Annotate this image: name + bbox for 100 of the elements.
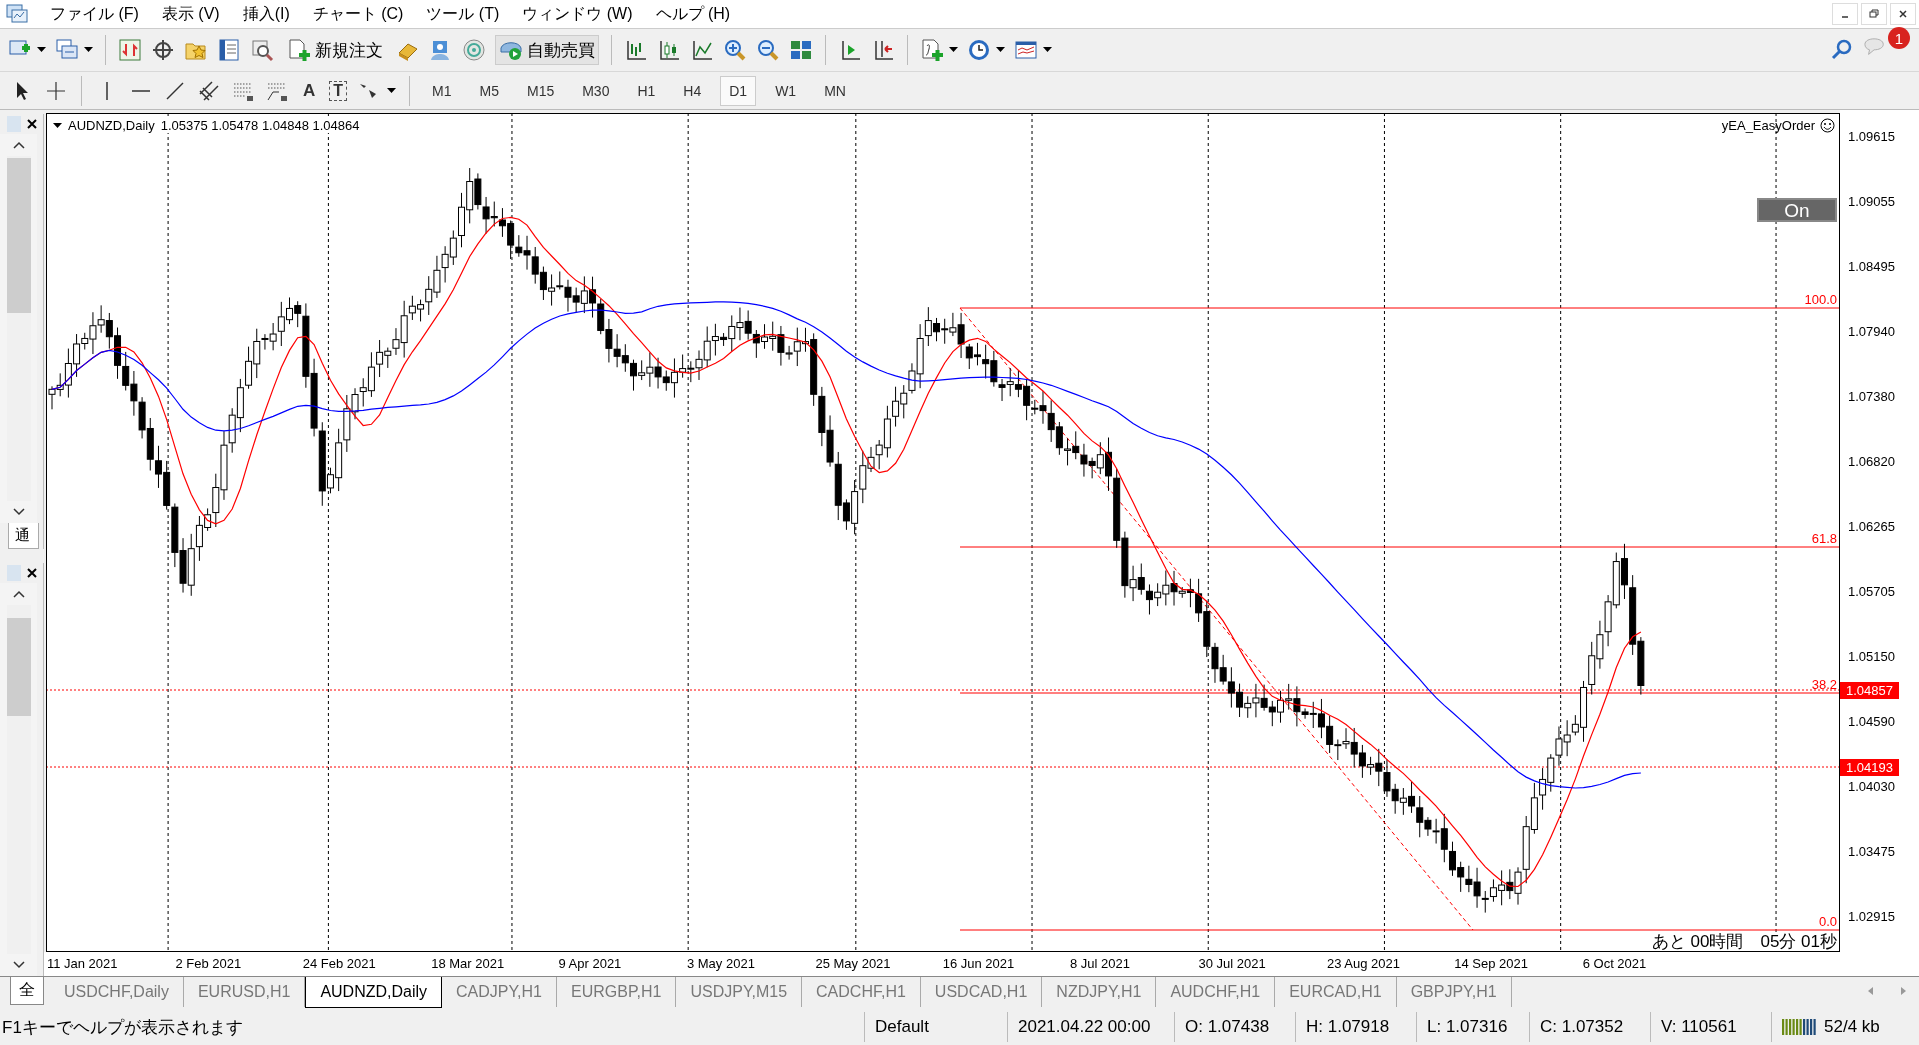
search-icon[interactable] <box>1830 38 1854 62</box>
timeframe-button[interactable]: M30 <box>573 75 619 106</box>
magnifier-icon[interactable] <box>250 38 274 62</box>
app-icon[interactable] <box>6 4 28 24</box>
panel-tab[interactable]: 通 <box>8 522 39 549</box>
chart-tab[interactable]: CADCHF,H1 <box>802 977 921 1007</box>
clock-icon[interactable] <box>967 38 991 62</box>
price-tag: 1.04193 <box>1840 759 1899 776</box>
crosshair-icon[interactable] <box>151 38 175 62</box>
window-arrows-icon[interactable] <box>118 38 142 62</box>
price-tick: 1.06265 <box>1848 519 1895 534</box>
chart-tab[interactable]: EURCAD,H1 <box>1275 977 1397 1007</box>
date-tick: 2 Feb 2021 <box>175 956 242 971</box>
menu-item[interactable]: ウィンドウ (W) <box>512 3 646 25</box>
zoom-out-icon[interactable] <box>756 38 780 62</box>
fibonacci-level-label: 38.2 <box>1811 678 1837 692</box>
scroll-up-icon[interactable] <box>11 588 26 599</box>
date-tick: 18 Mar 2021 <box>431 956 505 971</box>
scroll-down-icon[interactable] <box>11 506 26 517</box>
tile-windows-icon[interactable] <box>789 38 813 62</box>
caret-icon[interactable] <box>996 47 1005 53</box>
text-label-tool[interactable]: T <box>329 80 348 101</box>
profile-name: Default <box>864 1012 1007 1042</box>
caret-icon[interactable] <box>37 47 46 53</box>
panel-tab[interactable]: 全 <box>10 977 44 1005</box>
price-tick: 1.07380 <box>1848 389 1895 404</box>
chart-tab[interactable]: GBPJPY,H1 <box>1396 977 1512 1007</box>
on-button[interactable]: On <box>1757 198 1837 222</box>
menu-item[interactable]: ファイル (F) <box>40 3 152 25</box>
ohlc-values: 1.05375 1.05478 1.04848 1.04864 <box>160 118 360 133</box>
symbol-label: AUDNZD,Daily <box>68 118 155 133</box>
timeframe-button[interactable]: MN <box>815 75 855 106</box>
date-tick: 25 May 2021 <box>815 956 891 971</box>
close-icon[interactable] <box>27 119 37 129</box>
price-tick: 1.08495 <box>1848 259 1895 274</box>
chart-tab[interactable]: AUDNZD,Daily <box>305 977 443 1008</box>
line-chart-icon[interactable] <box>690 38 714 62</box>
restore-icon[interactable] <box>1861 3 1887 25</box>
traffic-text: 52/4 kb <box>1824 1017 1880 1037</box>
zoom-in-icon[interactable] <box>723 38 747 62</box>
bar-datetime: 2021.04.22 00:00 <box>1007 1012 1174 1042</box>
windows-icon[interactable] <box>55 38 79 62</box>
timeframe-button[interactable]: M1 <box>423 75 461 106</box>
price-tick: 1.04030 <box>1848 779 1895 794</box>
timeframe-button[interactable]: W1 <box>766 75 806 106</box>
bar-chart-icon[interactable] <box>624 38 648 62</box>
chart-tab[interactable]: NZDJPY,H1 <box>1042 977 1157 1007</box>
scroll-up-icon[interactable] <box>11 140 26 150</box>
close-icon[interactable] <box>27 567 37 578</box>
menu-item[interactable]: 表示 (V) <box>151 3 233 25</box>
menu-item[interactable]: チャート (C) <box>302 3 417 25</box>
price-tick: 1.06820 <box>1848 454 1895 469</box>
scroll-down-icon[interactable] <box>11 960 26 970</box>
timeframe-button[interactable]: H1 <box>628 75 665 106</box>
menu-item[interactable]: 挿入(I) <box>232 3 303 25</box>
chart-tab[interactable]: EURGBP,H1 <box>557 977 677 1007</box>
price-tick: 1.02915 <box>1848 909 1895 924</box>
caret-icon[interactable] <box>1043 47 1052 53</box>
caret-icon[interactable] <box>53 122 62 129</box>
auto-trading-button[interactable]: 自動売買 <box>495 35 599 65</box>
price-tick: 1.05705 <box>1848 584 1895 599</box>
menu-item[interactable]: ヘルプ (H) <box>645 3 744 25</box>
volume-value: V: 110561 <box>1650 1012 1771 1042</box>
chart-tab[interactable]: AUDCHF,H1 <box>1156 977 1276 1007</box>
chart-tab[interactable]: CADJPY,H1 <box>442 977 557 1007</box>
timeframe-button[interactable]: D1 <box>720 75 757 106</box>
fibonacci-level-label: 0.0 <box>1818 915 1837 929</box>
timeframe-button[interactable]: H4 <box>674 75 711 106</box>
date-tick: 6 Oct 2021 <box>1582 956 1647 971</box>
chart-tab[interactable]: USDJPY,M15 <box>676 977 803 1007</box>
caret-icon[interactable] <box>84 47 93 53</box>
date-tick: 24 Feb 2021 <box>302 956 376 971</box>
open-price: O: 1.07438 <box>1174 1012 1295 1042</box>
chart-tab[interactable]: USDCHF,Daily <box>50 977 184 1007</box>
template-icon[interactable] <box>1014 38 1038 62</box>
timeframe-button[interactable]: M15 <box>517 75 564 106</box>
signal-icon[interactable] <box>462 38 486 62</box>
indicator-plus-icon[interactable] <box>920 38 944 62</box>
document-plus-icon[interactable] <box>287 38 311 62</box>
channel-icon[interactable] <box>197 78 221 103</box>
price-tick: 1.07940 <box>1848 324 1895 339</box>
countdown-text: あと 00時間 05分 01秒 <box>1651 932 1837 951</box>
fibonacci-level-label: 100.0 <box>1804 293 1837 307</box>
price-tick: 1.09615 <box>1848 129 1895 144</box>
menu-item[interactable]: ツール (T) <box>416 3 513 25</box>
caret-icon[interactable] <box>387 87 397 94</box>
caret-icon[interactable] <box>949 47 958 53</box>
chart-tab[interactable]: USDCAD,H1 <box>920 977 1043 1007</box>
scrollbar-thumb[interactable] <box>6 158 31 314</box>
scrollbar-thumb[interactable] <box>6 618 31 716</box>
list-window-icon[interactable] <box>217 38 241 62</box>
connection-bars-icon <box>1782 1017 1818 1037</box>
price-tick: 1.09055 <box>1848 194 1895 209</box>
text-tool[interactable]: A <box>299 80 320 101</box>
timeframe-button[interactable]: M5 <box>470 75 508 106</box>
date-tick: 9 Apr 2021 <box>558 956 622 971</box>
price-tick: 1.03475 <box>1848 844 1895 859</box>
new-order-button[interactable]: 新規注文 <box>283 35 387 65</box>
candlestick-icon[interactable] <box>657 38 681 62</box>
expert-name: yEA_EasyOrder <box>1721 118 1815 133</box>
